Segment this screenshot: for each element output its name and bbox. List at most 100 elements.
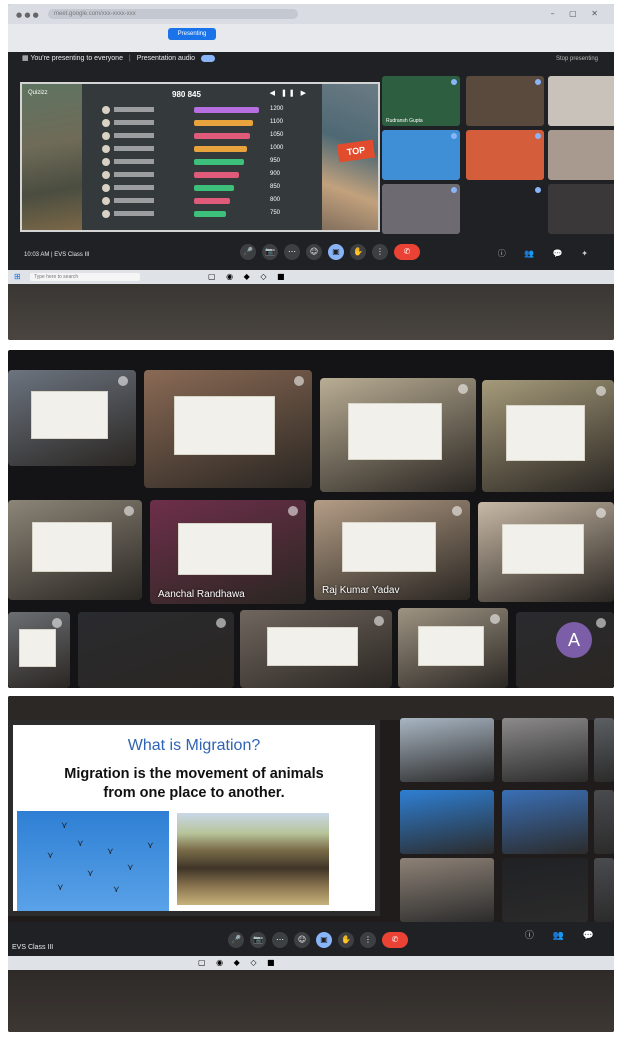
pin-icon[interactable] xyxy=(596,618,606,628)
participant-tile[interactable]: Aanchal Randhawa xyxy=(150,500,306,604)
participant-tile[interactable] xyxy=(502,858,588,922)
call-control-button[interactable]: 🎤 xyxy=(228,932,244,948)
pin-icon[interactable] xyxy=(452,506,462,516)
participant-tile[interactable] xyxy=(382,130,460,180)
pin-icon[interactable] xyxy=(124,506,134,516)
quiz-controls[interactable]: ◀ ❚❚ ▶ xyxy=(270,89,308,97)
player-score: 750 xyxy=(270,210,281,216)
pin-icon[interactable] xyxy=(374,616,384,626)
pin-icon[interactable] xyxy=(458,384,468,394)
window-dots-icon: ● ● ● xyxy=(16,11,39,19)
call-control-button[interactable]: ✋ xyxy=(350,244,366,260)
window-controls-icon[interactable]: – ▢ ✕ xyxy=(551,9,604,18)
participant-tile[interactable] xyxy=(502,790,588,854)
participant-tile[interactable] xyxy=(594,790,614,854)
participant-tile[interactable] xyxy=(144,370,312,488)
participant-tile[interactable] xyxy=(594,858,614,922)
drawing-sheet xyxy=(267,627,358,666)
participant-tile[interactable] xyxy=(8,500,142,600)
quiz-code: 980 845 xyxy=(172,90,201,99)
bird-icon: ⋎ xyxy=(113,885,120,895)
call-control-button[interactable]: ☺ xyxy=(306,244,322,260)
call-control-button[interactable]: 📷 xyxy=(262,244,278,260)
call-control-button[interactable]: ▣ xyxy=(328,244,344,260)
participant-tile[interactable] xyxy=(548,76,614,126)
pin-icon[interactable] xyxy=(294,376,304,386)
participant-name: Rudransh Gupta xyxy=(386,118,423,124)
participant-tile[interactable] xyxy=(400,790,494,854)
drawing-sheet xyxy=(19,629,56,667)
participant-tile[interactable] xyxy=(548,184,614,234)
taskbar-app-icons[interactable]: ▢ ◉ ◆ ◇ ■ xyxy=(198,958,279,967)
call-control-button[interactable]: ⋯ xyxy=(272,932,288,948)
call-control-button[interactable]: ⋮ xyxy=(372,244,388,260)
end-call-button[interactable]: ✆ xyxy=(394,244,420,260)
quiz-leaderboard: Quizizz 980 845 ◀ ❚❚ ▶ 1200 1100 1050 1000 9… xyxy=(20,82,380,232)
call-controls: 🎤 📷 ⋯ ☺ ▣ ✋ ⋮ ✆ xyxy=(228,932,408,948)
participant-tile[interactable] xyxy=(478,502,614,602)
player-avatar xyxy=(102,197,110,205)
player-score: 1050 xyxy=(270,132,284,138)
pin-icon[interactable] xyxy=(216,618,226,628)
participant-tile[interactable]: Rudransh Gupta xyxy=(382,76,460,126)
participant-tile[interactable] xyxy=(382,184,460,234)
pin-icon[interactable] xyxy=(118,376,128,386)
bird-icon: ⋎ xyxy=(77,839,84,849)
call-control-button[interactable]: ⋮ xyxy=(360,932,376,948)
leaderboard-row: 1200 xyxy=(84,106,324,114)
participant-tile[interactable] xyxy=(400,718,494,782)
player-score: 800 xyxy=(270,197,281,203)
call-control-button[interactable]: ⋯ xyxy=(284,244,300,260)
player-score: 1000 xyxy=(270,145,284,151)
presenting-text: You're presenting to everyone xyxy=(30,55,123,62)
participant-tile[interactable] xyxy=(502,718,588,782)
player-name xyxy=(114,185,154,190)
side-controls[interactable]: ⓘ 👥 💬 xyxy=(525,928,602,941)
participant-tile[interactable]: A xyxy=(516,612,614,688)
call-control-button[interactable]: 📷 xyxy=(250,932,266,948)
pin-icon[interactable] xyxy=(288,506,298,516)
drawing-sheet xyxy=(174,396,275,455)
side-controls[interactable]: ⓘ 👥 💬 ✦ xyxy=(498,248,596,259)
audio-toggle[interactable] xyxy=(201,54,216,62)
pin-icon[interactable] xyxy=(596,386,606,396)
player-avatar xyxy=(102,106,110,114)
participant-tile[interactable] xyxy=(78,612,234,688)
presenting-button[interactable]: Presenting xyxy=(168,28,216,40)
taskbar-search[interactable]: Type here to search xyxy=(30,273,140,281)
bird-icon: ⋎ xyxy=(147,841,154,851)
windows-start-icon[interactable]: ⊞ xyxy=(14,272,21,281)
drawing-sheet xyxy=(31,391,108,439)
participant-tile[interactable] xyxy=(466,184,544,234)
taskbar: ⊞ Type here to search ▢ ◉ ◆ ◇ ■ xyxy=(8,270,614,284)
participant-tile[interactable] xyxy=(240,610,392,688)
leaderboard-row: 1100 xyxy=(84,119,324,127)
participant-tile[interactable] xyxy=(400,858,494,922)
participant-tile[interactable] xyxy=(548,130,614,180)
participant-tile[interactable] xyxy=(482,380,614,492)
url-bar[interactable]: meet.google.com/xxx-xxxx-xxx xyxy=(48,9,298,19)
participant-tile[interactable] xyxy=(320,378,476,492)
participant-tile[interactable]: Raj Kumar Yadav xyxy=(314,500,470,600)
score-bar xyxy=(194,159,244,165)
pin-icon[interactable] xyxy=(596,508,606,518)
call-control-button[interactable]: ☺ xyxy=(294,932,310,948)
pin-icon[interactable] xyxy=(490,614,500,624)
call-control-button[interactable]: 🎤 xyxy=(240,244,256,260)
animal-herd-image xyxy=(177,813,329,905)
participant-tile[interactable] xyxy=(398,608,508,688)
meeting-class-label: EVS Class III xyxy=(12,944,54,951)
participant-tile[interactable] xyxy=(466,130,544,180)
call-control-button[interactable]: ▣ xyxy=(316,932,332,948)
stop-presenting-link[interactable]: Stop presenting xyxy=(556,56,598,62)
call-control-button[interactable]: ✋ xyxy=(338,932,354,948)
pin-icon[interactable] xyxy=(52,618,62,628)
participant-tile[interactable] xyxy=(594,718,614,782)
participant-tile[interactable] xyxy=(466,76,544,126)
mic-indicator-icon xyxy=(535,187,541,193)
end-call-button[interactable]: ✆ xyxy=(382,932,408,948)
participant-tile[interactable] xyxy=(8,612,70,688)
taskbar-app-icons[interactable]: ▢ ◉ ◆ ◇ ■ xyxy=(208,272,289,281)
participant-tile[interactable] xyxy=(8,370,136,466)
player-avatar xyxy=(102,158,110,166)
